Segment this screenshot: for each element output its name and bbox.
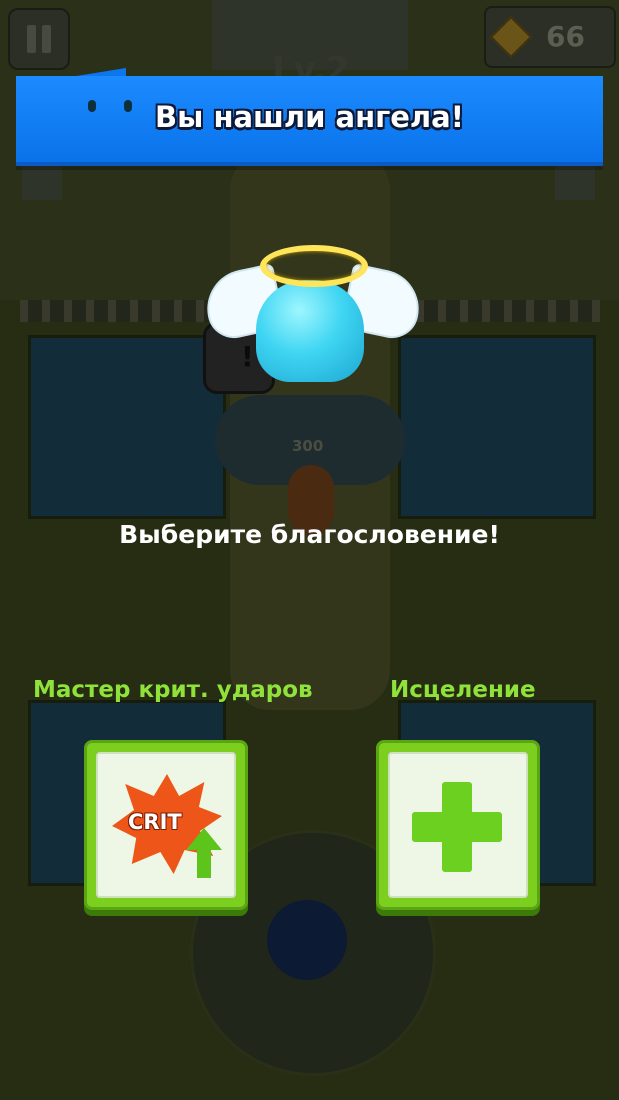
- crit-icon-text: CRIT: [128, 810, 182, 834]
- water-pool-right: [398, 335, 596, 519]
- heal-button[interactable]: [376, 740, 540, 910]
- choose-blessing-prompt: Выберите благословение!: [119, 520, 500, 549]
- angel-icon: [199, 240, 427, 390]
- joystick-knob: [267, 900, 347, 980]
- enemy-hp-label: 300: [292, 437, 324, 455]
- choice-label-crit: Мастер крит. ударов: [33, 677, 313, 703]
- halo-icon: [260, 245, 368, 287]
- angel-eye-right: [124, 100, 132, 112]
- banner-title: Вы нашли ангела!: [155, 100, 464, 134]
- coin-value: 66: [546, 20, 585, 53]
- coin-icon: [489, 15, 533, 59]
- arrow-up-icon: [186, 828, 222, 886]
- choice-label-heal: Исцеление: [390, 677, 536, 703]
- coin-counter: 66: [484, 6, 616, 68]
- crit-master-button[interactable]: CRIT: [84, 740, 248, 910]
- angel-body: [256, 280, 364, 382]
- water-pool-left: [28, 335, 226, 519]
- pause-button[interactable]: [8, 8, 70, 70]
- angel-eye-left: [88, 100, 96, 112]
- angel-banner: Вы нашли ангела!: [16, 68, 603, 166]
